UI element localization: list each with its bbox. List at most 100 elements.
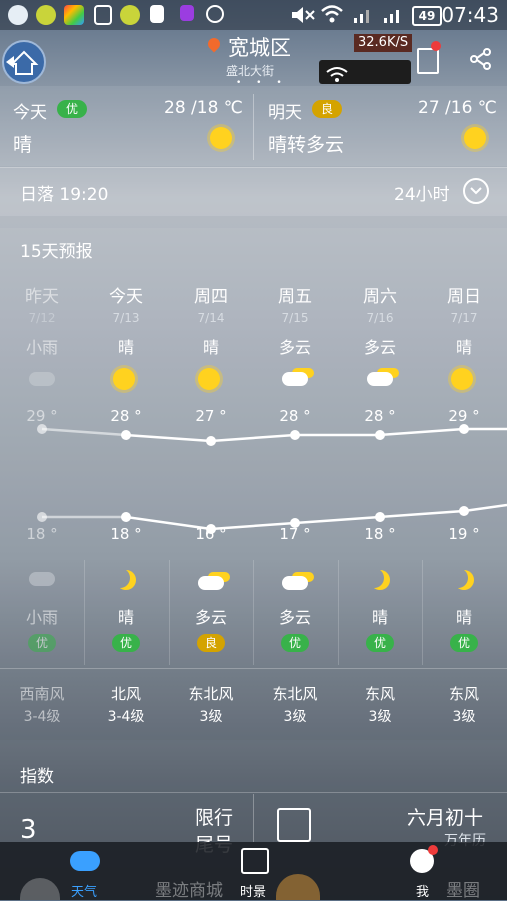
low-temp-segment (294, 515, 381, 525)
calendar-icon[interactable] (277, 808, 311, 842)
low-temp-segment (463, 503, 507, 513)
sunny-icon (198, 368, 220, 390)
forecast-day-condition: 晴 (455, 338, 472, 357)
forecast-wind-level: 3级 (283, 709, 307, 725)
divider (0, 668, 507, 669)
forecast-day-condition: 晴 (202, 338, 219, 357)
divider (253, 794, 254, 842)
divider (0, 792, 507, 793)
forecast-weekday: 周日 (447, 287, 481, 307)
share-icon[interactable] (470, 48, 492, 70)
forecast-aqi-badge: 优 (111, 634, 140, 652)
forecast-day-condition: 多云 (278, 338, 311, 357)
moon-icon (454, 570, 474, 590)
today-condition: 晴 (13, 134, 33, 156)
tomorrow-temp: 27 /16 ℃ (418, 98, 497, 118)
today-temp: 28 /18 ℃ (164, 98, 243, 118)
high-temp-point (459, 424, 469, 434)
yen-app-icon (120, 5, 140, 25)
chat-icon (206, 5, 224, 23)
home-icon (6, 50, 39, 75)
city-name[interactable]: 宽城区 (228, 32, 291, 62)
forecast-aqi-badge: 优 (280, 634, 309, 652)
weather-tab-icon (70, 851, 100, 871)
forecast-night-condition: 晴 (455, 608, 472, 627)
forecast-date: 7/13 (112, 311, 140, 325)
forecast-wind-direction: 东风 (364, 685, 395, 703)
hours24-button[interactable]: 24小时 (394, 180, 450, 205)
mute-icon (292, 7, 315, 23)
forecast-day-condition: 晴 (117, 338, 134, 357)
home-button[interactable] (2, 40, 46, 84)
high-temp-segment (379, 427, 465, 437)
forecast-day-condition: 多云 (363, 338, 396, 357)
chevron-down-icon[interactable] (463, 178, 489, 204)
lunar-date[interactable]: 六月初十 (407, 803, 483, 830)
wifi-small-icon (326, 67, 348, 82)
forecast-wind-level: 3级 (452, 709, 476, 725)
low-temp-point (375, 512, 385, 522)
column-divider (168, 560, 170, 665)
forecast-night-condition: 多云 (278, 608, 311, 627)
forecast-day-condition: 小雨 (25, 338, 58, 357)
forecast-night-condition: 晴 (117, 608, 134, 627)
forecast-date: 7/15 (281, 311, 309, 325)
forecast-aqi: 优 (0, 632, 84, 652)
forecast-wind-level: 3-4级 (23, 709, 61, 725)
cloudy-night-icon (198, 576, 224, 590)
low-temp-point (121, 512, 131, 522)
tab-weather[interactable]: 天气 (71, 881, 97, 900)
divider (253, 94, 254, 160)
tab-me[interactable]: 我 (416, 881, 429, 900)
sunset-text: 日落 19:20 (20, 185, 109, 205)
high-temp-point (121, 430, 131, 440)
tab-scenery[interactable]: 时景 (240, 881, 266, 900)
column-divider (422, 560, 423, 665)
forecast-aqi: 优 (253, 632, 337, 652)
tomorrow-aqi-badge: 良 (312, 100, 343, 118)
forecast-weekday: 周四 (194, 287, 228, 307)
high-temp-segment (125, 433, 212, 443)
bag-icon (180, 5, 194, 21)
notification-dot (428, 845, 438, 855)
column-divider (337, 560, 339, 665)
today-sun-icon (210, 127, 232, 149)
app-store-icon (64, 5, 84, 25)
high-temp-point (375, 430, 385, 440)
document-icon (94, 5, 112, 25)
high-temp-point (206, 436, 216, 446)
forecast-night-condition: 小雨 (25, 608, 58, 627)
circle-link[interactable]: 墨圈 (446, 876, 480, 901)
notification-dot (431, 41, 441, 51)
forecast-wind-direction: 东北风 (272, 685, 318, 703)
forecast-night-condition: 多云 (194, 608, 227, 627)
column-divider (84, 560, 85, 665)
wifi-icon (321, 5, 343, 23)
forecast-date: 7/16 (366, 311, 394, 325)
signal-icon (354, 10, 369, 23)
forecast-weekday: 周六 (363, 287, 397, 307)
news-icon[interactable] (417, 48, 439, 74)
status-time: 07:43 (441, 3, 499, 27)
low-temp-point (459, 506, 469, 516)
high-temp-point (290, 430, 300, 440)
shop-link[interactable]: 墨迹商城 (155, 876, 223, 901)
forecast-title: 15天预报 (20, 242, 93, 262)
forecast-wind-direction: 东风 (448, 685, 479, 703)
sunny-icon (113, 368, 135, 390)
forecast-wind-direction: 北风 (110, 685, 141, 703)
forecast-wind-direction: 东北风 (188, 685, 234, 703)
sunny-icon (451, 368, 473, 390)
forecast-wind-level: 3级 (199, 709, 223, 725)
cloud-app-icon (8, 5, 28, 25)
column-divider (253, 560, 254, 665)
high-temp-point (37, 424, 47, 434)
scenery-tab-icon (241, 848, 269, 874)
battery-indicator: 49 (412, 6, 442, 26)
tomorrow-condition: 晴转多云 (268, 134, 345, 156)
low-temp-point (206, 524, 216, 534)
low-temp-point (290, 518, 300, 528)
brush-icon (150, 5, 164, 23)
location-pin-icon (205, 35, 223, 53)
street-name: 盛北大街 (226, 64, 275, 78)
